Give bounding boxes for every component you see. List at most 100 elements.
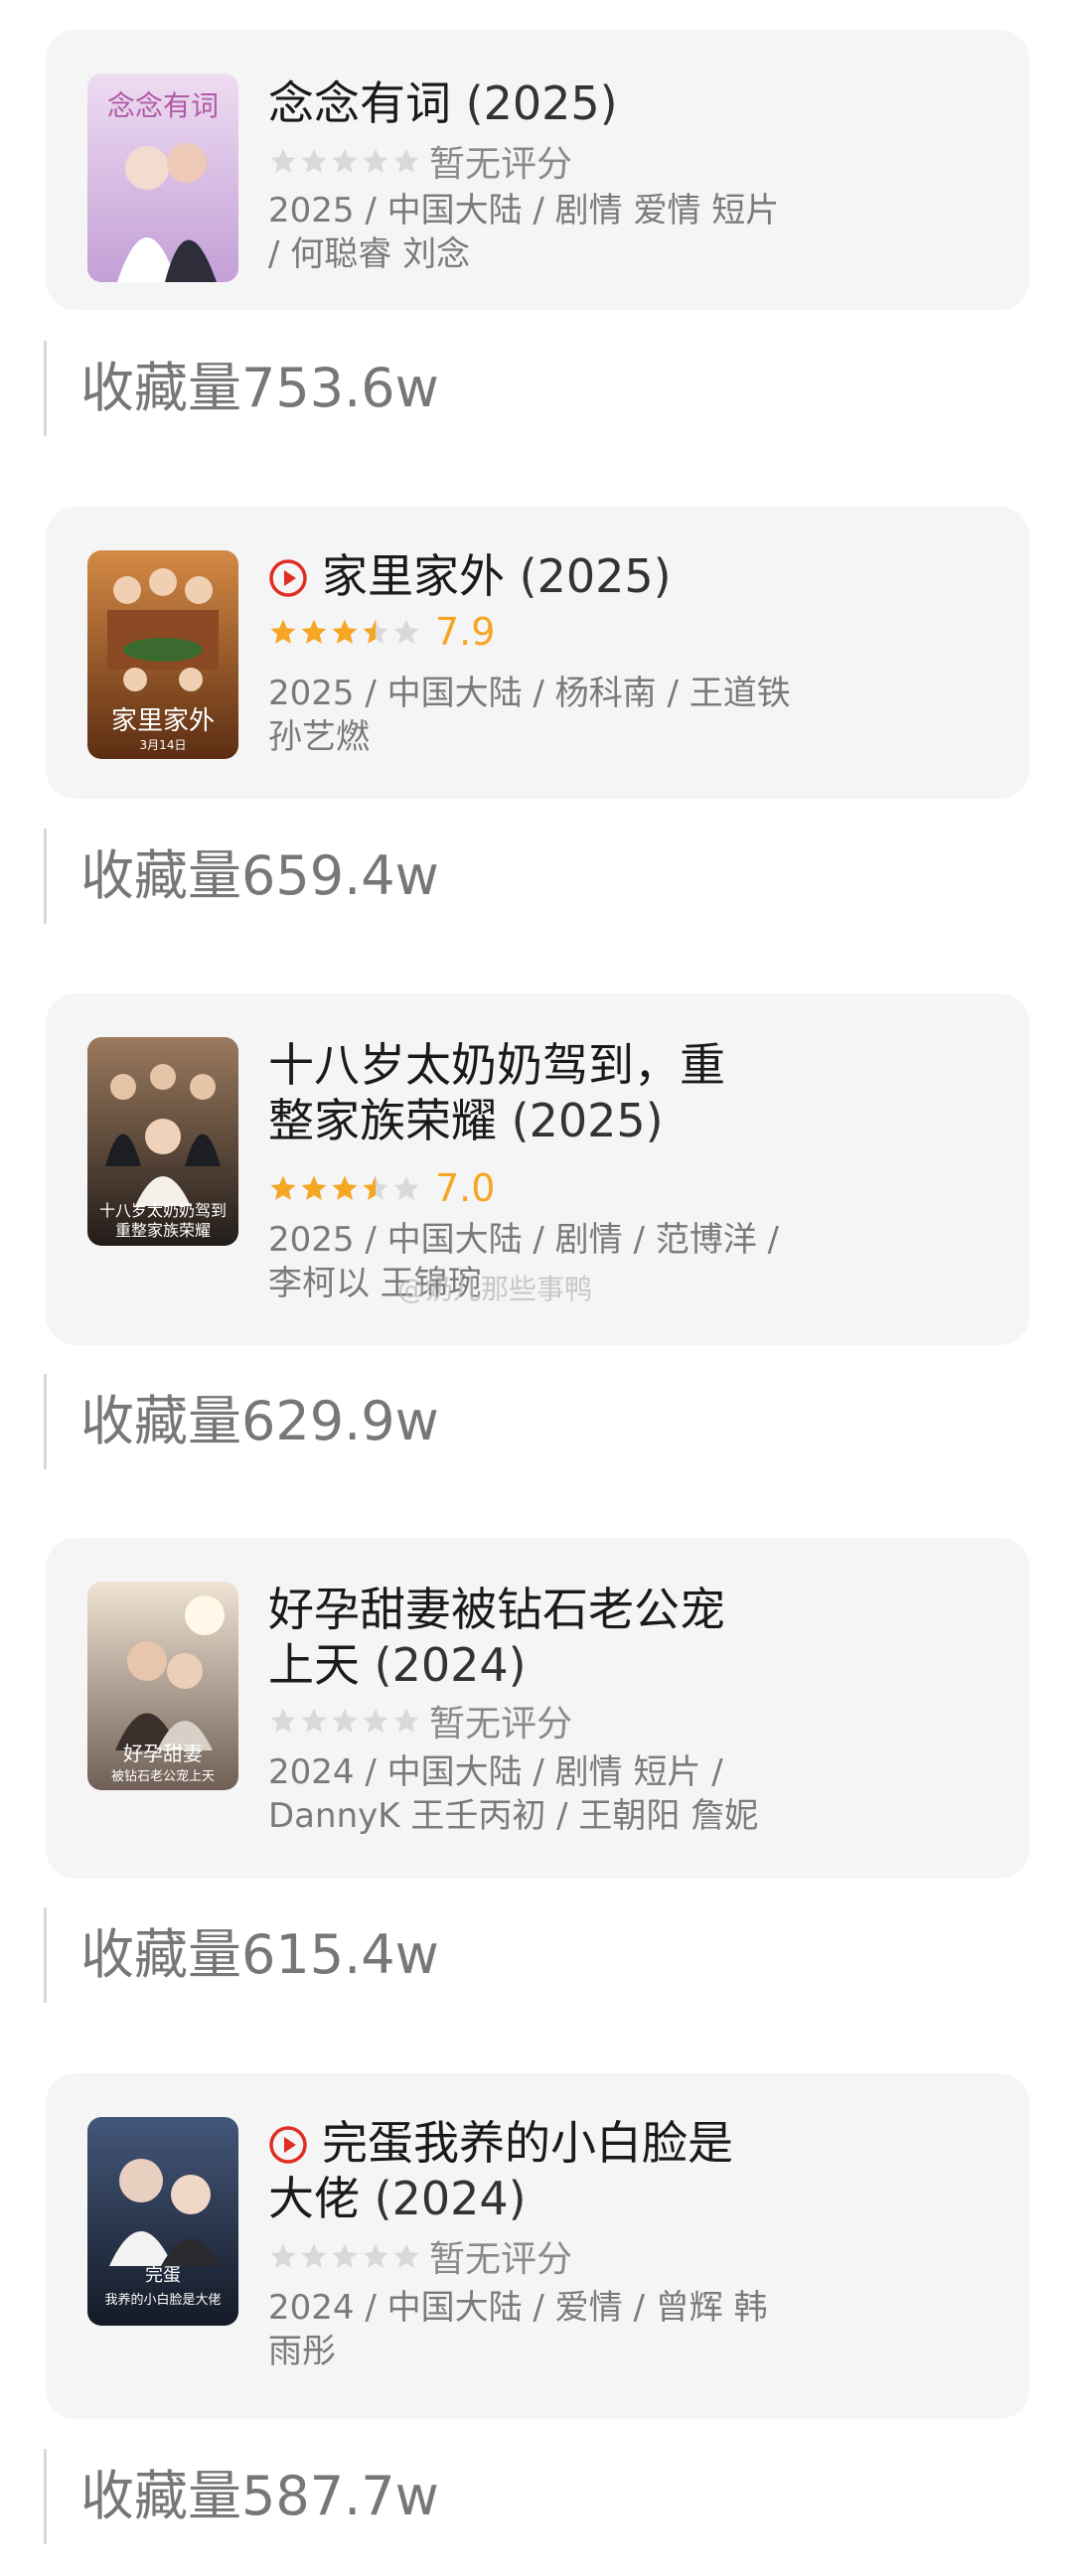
title-year: (2025) bbox=[465, 76, 618, 130]
star-icon bbox=[332, 148, 358, 173]
movie-title[interactable]: 完蛋我养的小白脸是 大佬 (2024) bbox=[268, 2115, 825, 2226]
movie-meta: 2024 / 中国大陆 / 剧情 短片 / DannyK 王壬丙初 / 王朝阳 … bbox=[268, 1750, 844, 1838]
svg-text:被钻石老公宠上天: 被钻石老公宠上天 bbox=[111, 1768, 215, 1784]
star-icon bbox=[301, 148, 327, 173]
favorites-count: 收藏量615.4w bbox=[44, 1907, 439, 2003]
star-icon bbox=[393, 2243, 419, 2268]
meta-line: 2025 / 中国大陆 / 剧情 爱情 短片 bbox=[268, 191, 780, 230]
meta-line: 孙艺燃 bbox=[268, 717, 370, 757]
star-half-icon bbox=[363, 1175, 388, 1200]
star-icon bbox=[270, 1708, 296, 1733]
rating-row: 暂无评分 bbox=[268, 139, 572, 185]
movie-meta: 2025 / 中国大陆 / 杨科南 / 王道铁 孙艺燃 bbox=[268, 672, 844, 759]
rating-score: 7.9 bbox=[435, 610, 496, 654]
favorites-count: 收藏量753.6w bbox=[44, 341, 439, 436]
title-text: 念念有词 bbox=[268, 76, 451, 130]
meta-line: 2024 / 中国大陆 / 剧情 短片 / bbox=[268, 1752, 723, 1792]
poster-image[interactable]: 十八岁太奶奶驾到 重整家族荣耀 bbox=[87, 1037, 238, 1246]
movie-title[interactable]: 十八岁太奶奶驾到，重 整家族荣耀 (2025) bbox=[268, 1037, 825, 1148]
star-icon bbox=[301, 619, 327, 644]
rating-row: 暂无评分 bbox=[268, 2234, 572, 2280]
meta-line: 2025 / 中国大陆 / 杨科南 / 王道铁 bbox=[268, 674, 791, 713]
favorites-count: 收藏量587.7w bbox=[44, 2449, 439, 2544]
poster-image[interactable]: 好孕甜妻 被钻石老公宠上天 bbox=[87, 1582, 238, 1790]
star-icon bbox=[393, 619, 419, 644]
star-rating bbox=[268, 1173, 421, 1203]
poster-4: 好孕甜妻 被钻石老公宠上天 bbox=[87, 1582, 238, 1790]
poster-5: 完蛋 我养的小白脸是大佬 bbox=[87, 2117, 238, 2326]
meta-line: 2025 / 中国大陆 / 剧情 / 范博洋 / bbox=[268, 1220, 780, 1260]
star-icon bbox=[363, 1708, 388, 1733]
title-text: 家里家外 bbox=[322, 549, 505, 603]
rating-row: 暂无评分 bbox=[268, 1699, 572, 1744]
star-rating bbox=[268, 1706, 421, 1736]
favorites-count: 收藏量629.9w bbox=[44, 1374, 439, 1469]
poster-image[interactable]: 念念有词 bbox=[87, 74, 238, 282]
rating-text: 暂无评分 bbox=[429, 2239, 573, 2280]
title-text-line: 上天 bbox=[268, 1638, 360, 1692]
svg-text:3月14日: 3月14日 bbox=[140, 738, 187, 752]
movie-card-1[interactable]: 念念有词 念念有词 (2025) 暂无评分 2025 / 中国大陆 / 剧情 爱… bbox=[46, 30, 1029, 310]
poster-image[interactable]: 家里家外 3月14日 bbox=[87, 550, 238, 759]
rating-row: 7.0 bbox=[268, 1166, 495, 1210]
title-text-line: 完蛋我养的小白脸是 bbox=[268, 2115, 825, 2171]
star-icon bbox=[301, 2243, 327, 2268]
title-text-line: 大佬 bbox=[268, 2172, 360, 2225]
title-text-line: 好孕甜妻被钻石老公宠 bbox=[268, 1583, 725, 1636]
svg-text:家里家外: 家里家外 bbox=[111, 706, 215, 736]
meta-line: / 何聪睿 刘念 bbox=[268, 234, 471, 274]
title-year: (2025) bbox=[511, 1094, 664, 1147]
star-rating bbox=[268, 2241, 421, 2271]
star-icon bbox=[332, 1708, 358, 1733]
rating-score: 7.0 bbox=[435, 1166, 496, 1210]
movie-card-2[interactable]: 家里家外 3月14日 家里家外 (2025) 7.9 2025 / 中国大陆 /… bbox=[46, 507, 1029, 799]
meta-line: DannyK 王壬丙初 / 王朝阳 詹妮 bbox=[268, 1796, 759, 1836]
poster-image[interactable]: 完蛋 我养的小白脸是大佬 bbox=[87, 2117, 238, 2326]
star-icon bbox=[270, 1175, 296, 1200]
title-year: (2024) bbox=[374, 2172, 527, 2225]
star-half-icon bbox=[363, 619, 388, 644]
svg-text:好孕甜妻: 好孕甜妻 bbox=[123, 1742, 203, 1765]
star-icon bbox=[393, 1175, 419, 1200]
watermark: @奶儿那些事鸭 bbox=[397, 1273, 593, 1305]
star-icon bbox=[270, 148, 296, 173]
poster-2: 家里家外 3月14日 bbox=[87, 550, 238, 759]
star-icon bbox=[301, 1708, 327, 1733]
star-icon bbox=[332, 1175, 358, 1200]
title-year: (2025) bbox=[519, 549, 672, 603]
title-year: (2024) bbox=[374, 1638, 527, 1692]
poster-1: 念念有词 bbox=[87, 74, 238, 282]
rating-row: 7.9 bbox=[268, 610, 495, 654]
star-rating bbox=[268, 146, 421, 176]
meta-line: 2024 / 中国大陆 / 爱情 / 曾辉 韩 bbox=[268, 2288, 768, 2328]
svg-text:念念有词: 念念有词 bbox=[107, 89, 219, 122]
star-icon bbox=[393, 1708, 419, 1733]
favorites-count: 收藏量659.4w bbox=[44, 829, 439, 924]
svg-text:我养的小白脸是大佬: 我养的小白脸是大佬 bbox=[104, 2292, 221, 2308]
movie-card-5[interactable]: 完蛋 我养的小白脸是大佬 完蛋我养的小白脸是 大佬 (2024) 暂无评分 20… bbox=[46, 2073, 1029, 2419]
star-icon bbox=[363, 148, 388, 173]
movie-meta: 2024 / 中国大陆 / 爱情 / 曾辉 韩 雨彤 bbox=[268, 2286, 844, 2373]
star-icon bbox=[301, 1175, 327, 1200]
star-icon bbox=[270, 619, 296, 644]
svg-text:十八岁太奶奶驾到: 十八岁太奶奶驾到 bbox=[99, 1201, 227, 1220]
star-icon bbox=[332, 2243, 358, 2268]
svg-text:完蛋: 完蛋 bbox=[145, 2265, 181, 2286]
title-text: 完蛋我养的小白脸是 bbox=[322, 2116, 733, 2170]
rating-text: 暂无评分 bbox=[429, 144, 573, 185]
title-text-line: 整家族荣耀 bbox=[268, 1094, 497, 1147]
play-circle-icon bbox=[269, 559, 307, 597]
play-circle-icon bbox=[269, 2126, 307, 2164]
star-icon bbox=[270, 2243, 296, 2268]
movie-title[interactable]: 念念有词 (2025) bbox=[268, 76, 825, 131]
rating-text: 暂无评分 bbox=[429, 1704, 573, 1744]
star-rating bbox=[268, 617, 421, 647]
title-text-line: 十八岁太奶奶驾到，重 bbox=[268, 1038, 725, 1092]
poster-3: 十八岁太奶奶驾到 重整家族荣耀 bbox=[87, 1037, 238, 1246]
movie-card-4[interactable]: 好孕甜妻 被钻石老公宠上天 好孕甜妻被钻石老公宠 上天 (2024) 暂无评分 … bbox=[46, 1538, 1029, 1879]
movie-title[interactable]: 家里家外 (2025) bbox=[268, 548, 825, 604]
star-icon bbox=[393, 148, 419, 173]
svg-text:重整家族荣耀: 重整家族荣耀 bbox=[115, 1221, 211, 1240]
movie-meta: 2025 / 中国大陆 / 剧情 爱情 短片 / 何聪睿 刘念 bbox=[268, 189, 844, 276]
movie-title[interactable]: 好孕甜妻被钻石老公宠 上天 (2024) bbox=[268, 1582, 825, 1693]
